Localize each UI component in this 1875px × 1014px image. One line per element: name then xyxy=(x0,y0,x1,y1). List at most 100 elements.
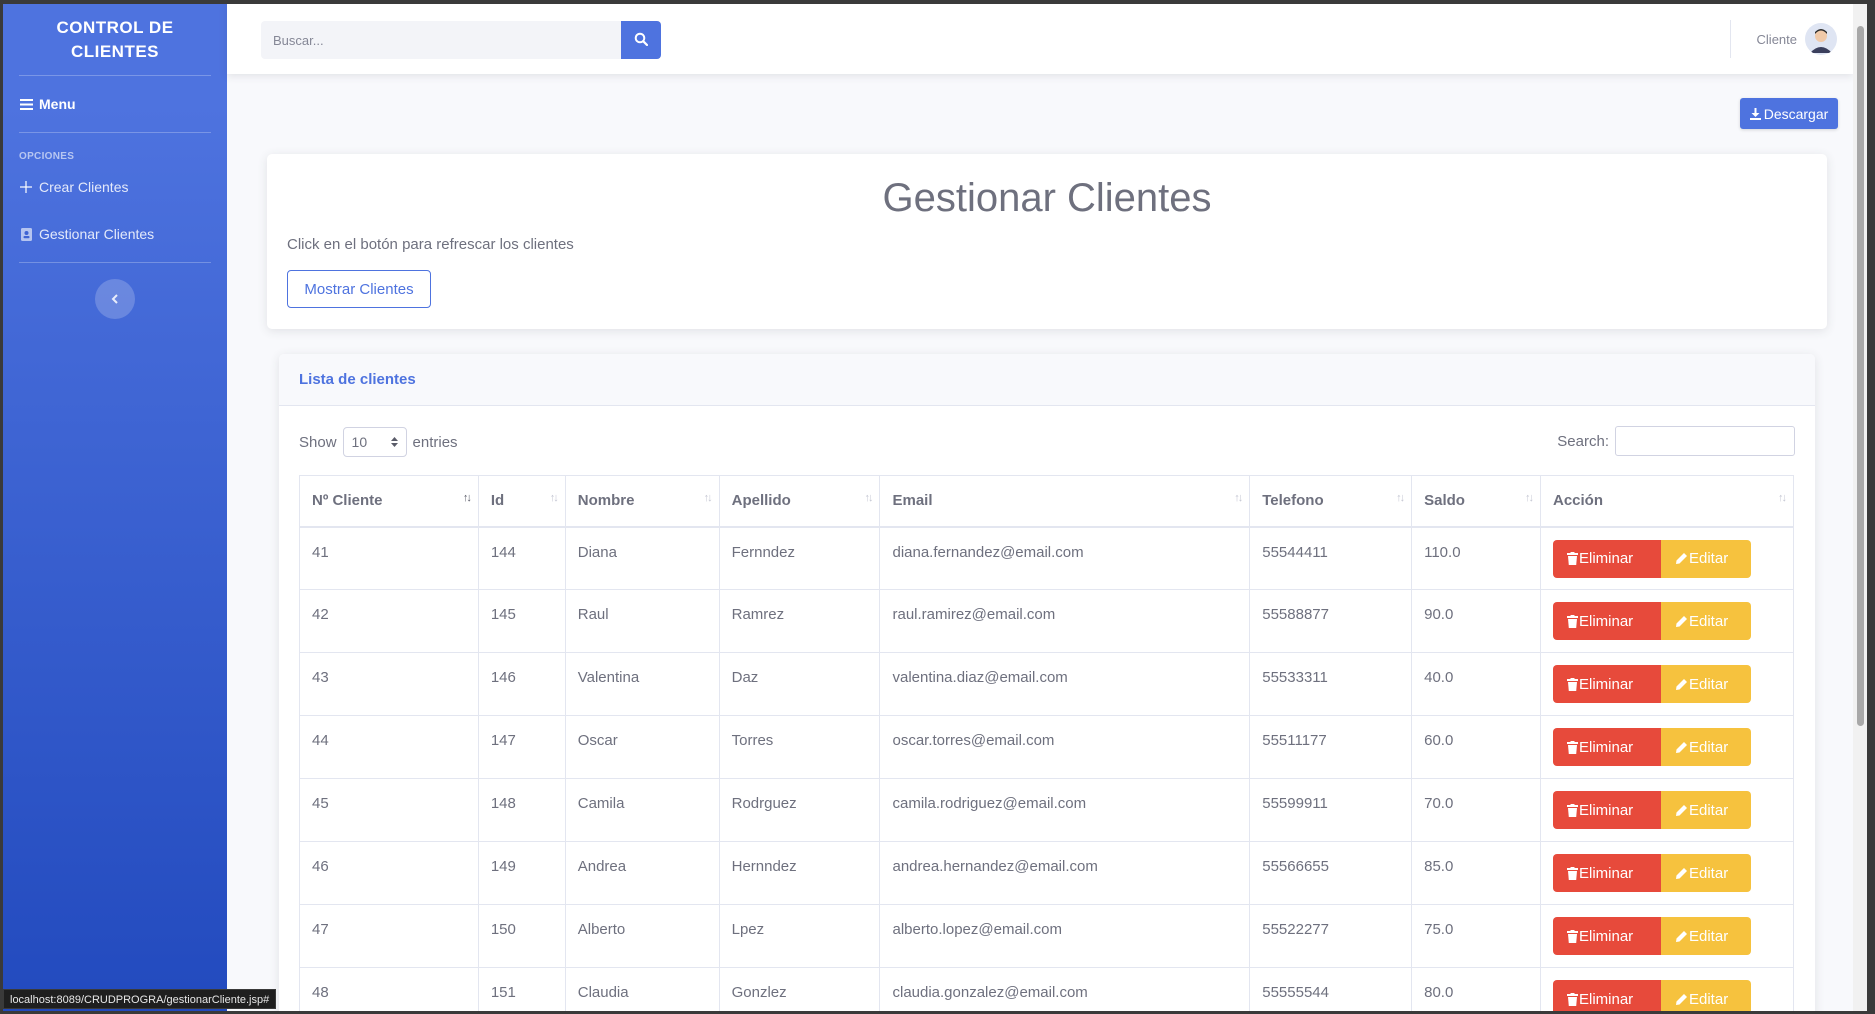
page-title: Gestionar Clientes xyxy=(882,176,1212,220)
edit-button[interactable]: Editar xyxy=(1661,602,1751,640)
table-search: Search: xyxy=(1557,426,1795,456)
edit-button[interactable]: Editar xyxy=(1661,791,1751,829)
pencil-icon xyxy=(1675,867,1688,880)
table-cell: Ramrez xyxy=(718,589,881,653)
delete-label: Eliminar xyxy=(1579,738,1634,756)
search-button[interactable] xyxy=(621,21,661,59)
delete-button[interactable]: Eliminar xyxy=(1553,917,1661,955)
table-search-input[interactable] xyxy=(1615,426,1795,456)
table-cell: 85.0 xyxy=(1411,841,1541,905)
pencil-icon xyxy=(1675,741,1688,754)
trash-icon xyxy=(1567,552,1578,565)
download-label: Descargar xyxy=(1763,105,1829,122)
edit-button[interactable]: Editar xyxy=(1661,917,1751,955)
table-cell: 144 xyxy=(477,526,566,590)
table-cell: Rodrguez xyxy=(718,778,881,842)
trash-icon xyxy=(1567,866,1578,880)
table-cell: Fernndez xyxy=(718,526,881,590)
search-input[interactable] xyxy=(261,21,621,59)
scrollbar-thumb[interactable] xyxy=(1857,26,1864,726)
show-clients-button[interactable]: Mostrar Clientes xyxy=(287,270,431,308)
table-cell: Diana xyxy=(564,526,720,590)
delete-button[interactable]: Eliminar xyxy=(1553,602,1661,640)
column-header-email[interactable]: Email ↑↓ xyxy=(879,475,1251,528)
table-cell: 151 xyxy=(477,967,566,1011)
table-cell: 148 xyxy=(477,778,566,842)
table-cell: Torres xyxy=(718,715,881,779)
edit-button[interactable]: Editar xyxy=(1661,980,1751,1011)
delete-button[interactable]: Eliminar xyxy=(1553,728,1661,766)
column-header-nombre[interactable]: Nombre ↑↓ xyxy=(564,475,720,528)
sort-icon: ↑↓ xyxy=(1525,492,1534,504)
download-button[interactable]: Descargar xyxy=(1740,98,1838,129)
delete-button[interactable]: Eliminar xyxy=(1553,665,1661,703)
table-cell: Daz xyxy=(718,652,881,716)
edit-button[interactable]: Editar xyxy=(1661,539,1751,578)
avatar[interactable] xyxy=(1805,23,1837,55)
edit-label: Editar xyxy=(1689,675,1729,693)
sidebar-item-gestionar-clientes[interactable]: Gestionar Clientes xyxy=(3,210,227,258)
edit-label: Editar xyxy=(1689,927,1729,945)
delete-button[interactable]: Eliminar xyxy=(1553,539,1661,578)
pencil-icon xyxy=(1675,678,1688,691)
column-label: Email xyxy=(892,492,933,510)
column-header-telefono[interactable]: Telefono ↑↓ xyxy=(1249,475,1413,528)
table-row: 44 147 Oscar Torres oscar.torres@email.com 55… xyxy=(299,715,1794,779)
table-cell: 55544411 xyxy=(1249,526,1413,590)
pencil-icon xyxy=(1675,993,1688,1006)
column-label: Acción xyxy=(1553,492,1604,510)
edit-button[interactable]: Editar xyxy=(1661,665,1751,703)
trash-icon xyxy=(1567,677,1578,691)
action-cell: Eliminar Editar xyxy=(1540,715,1794,779)
trash-icon xyxy=(1567,992,1578,1006)
table-row: 42 145 Raul Ramrez raul.ramirez@email.com 555… xyxy=(299,589,1794,653)
sort-icon: ↑↓ xyxy=(1234,492,1243,504)
table-cell: valentina.diaz@email.com xyxy=(879,652,1251,716)
column-header-numero-cliente[interactable]: Nº Cliente ↑↓ xyxy=(299,475,479,528)
table-cell: 75.0 xyxy=(1411,904,1541,968)
edit-button[interactable]: Editar xyxy=(1661,854,1751,892)
delete-button[interactable]: Eliminar xyxy=(1553,980,1661,1011)
delete-label: Eliminar xyxy=(1579,675,1634,693)
sidebar-item-menu[interactable]: Menu xyxy=(3,76,227,132)
trash-icon xyxy=(1567,614,1578,628)
edit-label: Editar xyxy=(1689,738,1729,756)
action-cell: Eliminar Editar xyxy=(1540,589,1794,653)
delete-button[interactable]: Eliminar xyxy=(1553,791,1661,829)
address-book-icon xyxy=(19,227,33,241)
delete-label: Eliminar xyxy=(1579,990,1634,1008)
column-label: Nº Cliente xyxy=(312,492,383,510)
column-header-saldo[interactable]: Saldo ↑↓ xyxy=(1411,475,1541,528)
table-cell: Hernndez xyxy=(718,841,881,905)
table-cell: 47 xyxy=(299,904,479,968)
page-description: Click en el botón para refrescar los cli… xyxy=(287,236,574,253)
pencil-icon xyxy=(1675,930,1688,943)
delete-label: Eliminar xyxy=(1579,801,1634,819)
sidebar-toggle-button[interactable] xyxy=(95,279,135,319)
action-cell: Eliminar Editar xyxy=(1540,778,1794,842)
topbar-divider xyxy=(1729,20,1731,58)
topbar-search xyxy=(261,21,661,59)
table-row: 47 150 Alberto Lpez alberto.lopez@email.com 5… xyxy=(299,904,1794,968)
download-icon xyxy=(1749,107,1761,120)
column-header-id[interactable]: Id ↑↓ xyxy=(477,475,566,528)
vertical-scrollbar[interactable] xyxy=(1853,4,1867,1011)
table-row: 45 148 Camila Rodrguez camila.rodriguez@emai… xyxy=(299,778,1794,842)
brand-title[interactable]: CONTROL DE CLIENTES xyxy=(3,4,227,75)
edit-button[interactable]: Editar xyxy=(1661,728,1751,766)
column-header-apellido[interactable]: Apellido ↑↓ xyxy=(718,475,881,528)
search-icon xyxy=(634,32,649,49)
column-label: Saldo xyxy=(1424,492,1465,510)
table-cell: 150 xyxy=(477,904,566,968)
user-name[interactable]: Cliente xyxy=(1757,32,1797,47)
action-cell: Eliminar Editar xyxy=(1540,904,1794,968)
delete-button[interactable]: Eliminar xyxy=(1553,854,1661,892)
column-header-accion[interactable]: Acción ↑↓ xyxy=(1540,475,1794,528)
table-row: 41 144 Diana Fernndez diana.fernandez@email.… xyxy=(299,526,1794,590)
sort-icon: ↑↓ xyxy=(1396,492,1405,504)
sidebar-item-crear-clientes[interactable]: Crear Clientes xyxy=(3,164,227,210)
table-cell: 80.0 xyxy=(1411,967,1541,1011)
entries-length: Show 10 entries xyxy=(299,427,458,457)
entries-select[interactable]: 10 xyxy=(342,427,407,457)
delete-label: Eliminar xyxy=(1579,550,1634,567)
